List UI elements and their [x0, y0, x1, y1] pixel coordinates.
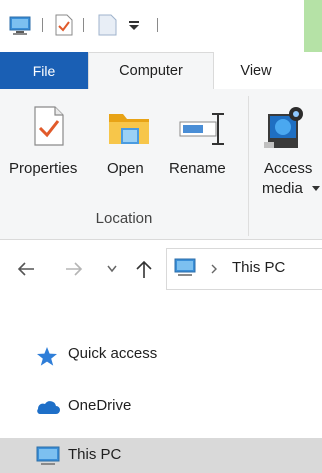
rename-label: Rename	[169, 160, 226, 177]
new-folder-icon[interactable]	[97, 14, 119, 36]
properties-icon[interactable]	[54, 14, 74, 36]
properties-label: Properties	[9, 160, 78, 177]
access-media-label-line2: media	[262, 180, 303, 197]
open-button[interactable]: Open	[102, 100, 162, 190]
properties-checkmark-icon	[34, 106, 64, 146]
computer-icon[interactable]	[9, 16, 31, 36]
ribbon-group-separator	[248, 96, 249, 236]
open-folder-icon	[109, 114, 149, 144]
nav-item-label: Quick access	[68, 345, 158, 362]
tab-view[interactable]: View	[214, 52, 298, 90]
window-title-accent	[304, 0, 322, 52]
toolbar-separator	[157, 18, 158, 32]
breadcrumb-separator-chevron-icon[interactable]	[210, 264, 218, 274]
breadcrumb-this-pc[interactable]: This PC	[232, 259, 285, 276]
nav-item-onedrive[interactable]: OneDrive	[0, 390, 322, 424]
up-arrow-icon[interactable]	[134, 258, 154, 280]
nav-item-this-pc[interactable]: This PC	[0, 439, 322, 473]
onedrive-cloud-icon	[37, 401, 60, 414]
properties-button[interactable]: Properties	[4, 100, 94, 190]
nav-item-label: OneDrive	[68, 397, 132, 414]
access-media-icon	[264, 107, 303, 148]
toolbar-separator	[42, 18, 43, 32]
open-label: Open	[107, 160, 144, 177]
access-media-button[interactable]: Access media	[256, 100, 322, 204]
nav-item-quick-access[interactable]: Quick access	[0, 338, 322, 372]
back-arrow-icon[interactable]	[16, 260, 36, 278]
recent-locations-chevron-down-icon[interactable]	[106, 264, 118, 274]
location-group-label: Location	[95, 210, 153, 227]
access-media-label-line1: Access	[264, 160, 313, 177]
this-pc-icon	[36, 446, 60, 465]
this-pc-small-icon	[174, 258, 196, 276]
rename-icon	[179, 113, 224, 145]
quick-access-toolbar	[0, 0, 322, 52]
forward-arrow-icon[interactable]	[64, 260, 84, 278]
dropdown-arrow-icon	[312, 186, 320, 191]
nav-item-label: This PC	[68, 446, 122, 463]
tab-computer[interactable]: Computer	[88, 52, 214, 90]
customize-dropdown-icon[interactable]	[128, 19, 140, 31]
quick-access-star-icon	[37, 347, 57, 366]
toolbar-separator	[83, 18, 84, 32]
rename-button[interactable]: Rename	[166, 100, 240, 190]
tab-file[interactable]: File	[0, 52, 88, 90]
